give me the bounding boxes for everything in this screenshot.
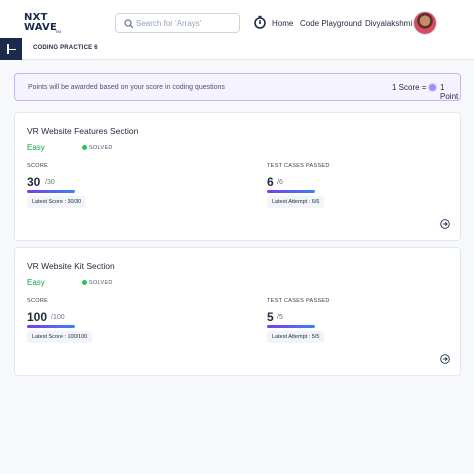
test-cases-max: /5 (277, 314, 283, 321)
test-cases-progress-bar (267, 190, 315, 193)
question-title[interactable]: VR Website Kit Section (27, 261, 115, 271)
latest-attempt-pill: Latest Attempt : 5/5 (267, 331, 325, 343)
score-progress-bar (27, 325, 75, 328)
points-notice-banner: Points will be awarded based on your sco… (14, 73, 461, 101)
latest-score-pill: Latest Score : 100/100 (27, 331, 93, 343)
nxtwave-logo[interactable]: NXT WAVE TM (24, 13, 64, 35)
test-cases-progress-bar (267, 325, 315, 328)
nav-code-playground-link[interactable]: Code Playground (300, 19, 362, 28)
page-title: CODING PRACTICE 6 (33, 45, 98, 51)
score-value: 30 (27, 175, 41, 189)
score-max: /30 (45, 179, 55, 186)
question-card[interactable]: VR Website Features Section Easy SOLVED … (14, 112, 461, 241)
difficulty-label: Easy (27, 278, 45, 287)
latest-attempt-pill: Latest Attempt : 6/6 (267, 196, 325, 208)
avatar[interactable] (413, 11, 437, 35)
test-cases-max: /6 (277, 179, 283, 186)
test-cases-value: 6 (267, 175, 274, 189)
stopwatch-icon[interactable] (253, 15, 267, 29)
practice-subheader: CODING PRACTICE 6 (0, 38, 474, 60)
solved-status-dot (82, 280, 87, 285)
arrow-right-circle-icon[interactable] (440, 354, 450, 364)
score-value: 100 (27, 310, 48, 324)
score-max: /100 (51, 314, 65, 321)
test-cases-value: 5 (267, 310, 274, 324)
arrow-right-circle-icon[interactable] (440, 219, 450, 229)
test-cases-label: TEST CASES PASSED (267, 163, 330, 169)
difficulty-label: Easy (27, 143, 45, 152)
score-conversion-label: 1 Score = (392, 83, 427, 92)
score-progress-bar (27, 190, 75, 193)
question-card[interactable]: VR Website Kit Section Easy SOLVED SCORE… (14, 247, 461, 376)
search-input[interactable] (136, 16, 236, 31)
coin-icon (428, 83, 437, 92)
logo-line2: WAVE (24, 22, 58, 33)
score-label: SCORE (27, 298, 49, 304)
search-box[interactable] (115, 13, 240, 33)
test-cases-label: TEST CASES PASSED (267, 298, 330, 304)
score-label: SCORE (27, 163, 49, 169)
notice-text: Points will be awarded based on your sco… (28, 84, 225, 91)
status-badge: SOLVED (89, 145, 113, 151)
nav-home-link[interactable]: Home (272, 19, 293, 28)
latest-score-pill: Latest Score : 30/30 (27, 196, 87, 208)
search-icon (124, 19, 134, 29)
solved-status-dot (82, 145, 87, 150)
sidebar-collapse-button[interactable] (0, 38, 22, 60)
question-title[interactable]: VR Website Features Section (27, 126, 138, 136)
sidebar-collapse-icon-line (9, 48, 16, 50)
user-name[interactable]: Divyalakshmi (365, 19, 412, 28)
point-label: 1 Point (440, 83, 459, 101)
logo-tm: TM (55, 29, 61, 34)
status-badge: SOLVED (89, 280, 113, 286)
